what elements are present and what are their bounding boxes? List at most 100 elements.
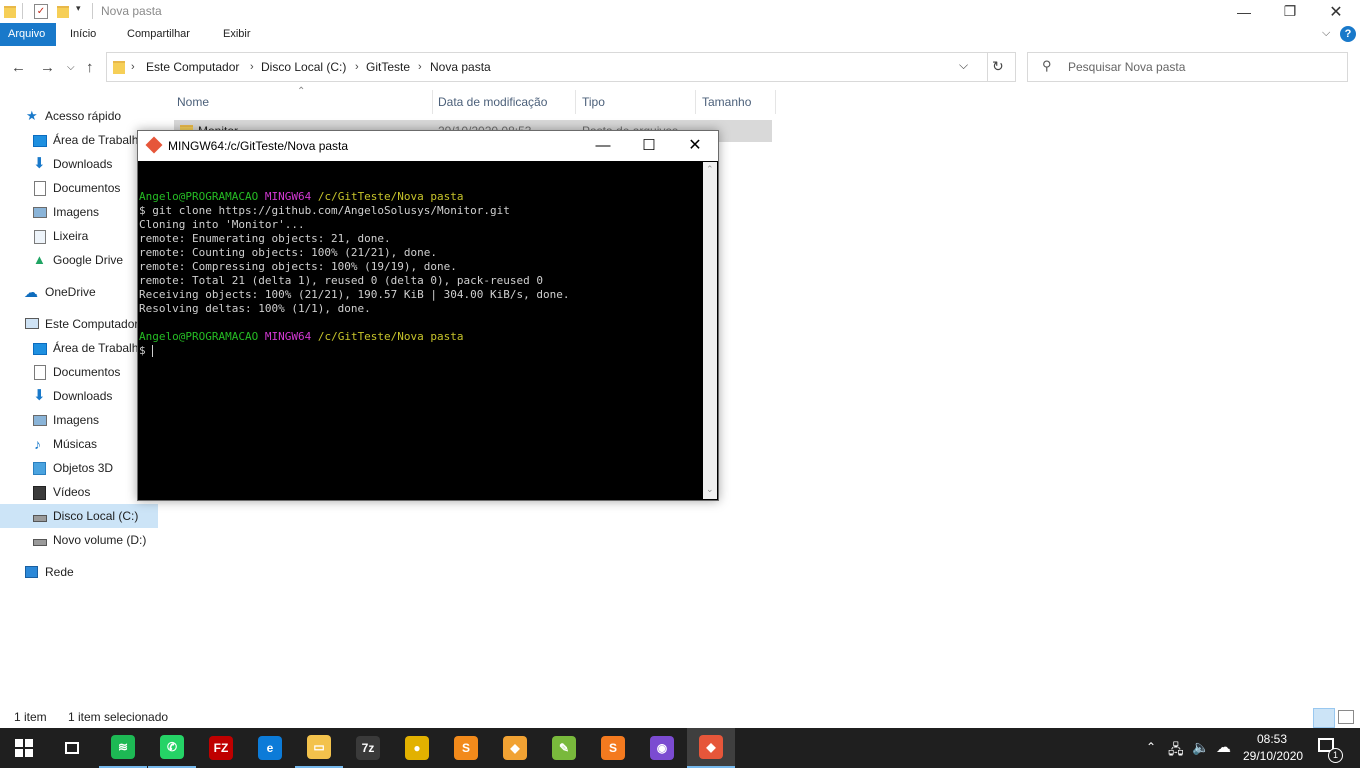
quick-access-dropdown-icon[interactable]: ▾ — [76, 3, 81, 14]
sublime-taskbar-button[interactable]: S — [442, 728, 490, 768]
up-arrow-icon[interactable]: ↑ — [86, 46, 94, 90]
windows-logo-icon — [15, 739, 33, 757]
clock-time[interactable]: 08:53 — [1257, 732, 1287, 746]
nav-item-area-de-trabalho[interactable]: Área de Trabalho — [0, 128, 158, 152]
nav-item-rede[interactable]: Rede — [0, 560, 158, 584]
nav-item-documentos-2[interactable]: Documentos — [0, 360, 158, 384]
back-arrow-icon[interactable]: ← — [11, 46, 26, 90]
breadcrumb-este-computador[interactable]: Este Computador — [146, 53, 239, 81]
column-divider[interactable] — [775, 90, 776, 114]
tab-arquivo[interactable]: Arquivo — [0, 23, 56, 46]
chevron-up-icon[interactable]: ⌃ — [1146, 740, 1156, 754]
volume-icon[interactable]: 🔈 — [1192, 739, 1209, 756]
help-button[interactable]: ? — [1340, 26, 1356, 42]
tab-inicio[interactable]: Início — [62, 23, 104, 46]
new-folder-icon[interactable] — [57, 6, 69, 18]
nav-item-novo-volume[interactable]: Novo volume (D:) — [0, 528, 158, 552]
terminal-scrollbar[interactable]: ⌃ ⌄ — [703, 162, 717, 499]
recent-locations-icon[interactable]: ⌵ — [67, 46, 75, 90]
nav-label: Imagens — [53, 205, 100, 219]
column-divider[interactable] — [432, 90, 433, 114]
details-view-icon[interactable] — [1313, 708, 1335, 728]
nav-item-acesso-rapido[interactable]: ★ Acesso rápido — [0, 104, 158, 128]
spotify-taskbar-button[interactable]: ≋ — [99, 728, 147, 768]
large-icons-view-icon[interactable] — [1338, 710, 1354, 724]
status-bar: 1 item 1 item selecionado — [0, 706, 1360, 728]
nav-item-imagens-2[interactable]: Imagens — [0, 408, 158, 432]
breadcrumb-gitteste[interactable]: GitTeste — [366, 53, 410, 81]
column-nome[interactable]: Nome — [177, 90, 209, 114]
chevron-right-icon[interactable]: › — [418, 53, 422, 81]
terminal-output[interactable]: Angelo@PROGRAMACAO MINGW64 /c/GitTeste/N… — [139, 162, 702, 499]
column-divider[interactable] — [575, 90, 576, 114]
navigation-pane: ★ Acesso rápido Área de Trabalho ⬇ Downl… — [0, 90, 158, 706]
breadcrumb-nova-pasta[interactable]: Nova pasta — [430, 53, 491, 81]
breadcrumb-disco-local[interactable]: Disco Local (C:) — [261, 53, 346, 81]
column-data-modificacao[interactable]: Data de modificação — [438, 90, 547, 114]
refresh-icon[interactable]: ↻ — [992, 58, 1004, 75]
terminal-minimize-button[interactable]: — — [580, 131, 626, 161]
github-desktop-taskbar-button[interactable]: ◉ — [638, 728, 686, 768]
nav-item-objetos-3d[interactable]: Objetos 3D — [0, 456, 158, 480]
address-dropdown-icon[interactable]: ⌵ — [959, 58, 968, 73]
address-bar[interactable]: › Este Computador › Disco Local (C:) › G… — [106, 52, 1016, 82]
nav-item-area-de-trabalho-2[interactable]: Área de Trabalho — [0, 336, 158, 360]
computer-icon — [25, 318, 39, 329]
nav-item-downloads[interactable]: ⬇ Downloads — [0, 152, 158, 176]
app-sync-taskbar-button[interactable]: S — [589, 728, 637, 768]
app-orange-taskbar-button[interactable]: ◆ — [491, 728, 539, 768]
column-tamanho[interactable]: Tamanho — [702, 90, 751, 114]
terminal-window[interactable]: MINGW64:/c/GitTeste/Nova pasta — ☐ ✕ Ang… — [137, 130, 719, 501]
nav-item-musicas[interactable]: ♪ Músicas — [0, 432, 158, 456]
chevron-right-icon[interactable]: › — [355, 53, 359, 81]
pictures-icon — [33, 207, 47, 218]
chevron-right-icon[interactable]: › — [250, 53, 254, 81]
app-yellow-taskbar-button[interactable]: ● — [393, 728, 441, 768]
scroll-up-icon[interactable]: ⌃ — [706, 164, 714, 175]
minimize-button[interactable]: — — [1221, 0, 1267, 23]
chevron-right-icon[interactable]: › — [131, 53, 135, 81]
expand-ribbon-icon[interactable]: ⌵ — [1322, 27, 1330, 40]
nav-item-disco-local[interactable]: Disco Local (C:) — [0, 504, 158, 528]
nav-item-imagens[interactable]: Imagens — [0, 200, 158, 224]
forward-arrow-icon[interactable]: → — [40, 46, 55, 90]
filezilla-taskbar-button[interactable]: FZ — [197, 728, 245, 768]
terminal-titlebar[interactable]: MINGW64:/c/GitTeste/Nova pasta — ☐ ✕ — [138, 131, 718, 161]
whatsapp-taskbar-button[interactable]: ✆ — [148, 728, 196, 768]
nav-label: Imagens — [53, 413, 100, 427]
nav-item-videos[interactable]: Vídeos — [0, 480, 158, 504]
input-line[interactable]: $ — [139, 344, 702, 358]
nav-item-documentos[interactable]: Documentos — [0, 176, 158, 200]
scroll-down-icon[interactable]: ⌄ — [706, 484, 714, 495]
7zip-taskbar-button[interactable]: 7z — [344, 728, 392, 768]
nav-item-downloads-2[interactable]: ⬇ Downloads — [0, 384, 158, 408]
column-tipo[interactable]: Tipo — [582, 90, 605, 114]
nav-item-lixeira[interactable]: Lixeira — [0, 224, 158, 248]
search-input[interactable]: Pesquisar Nova pasta — [1068, 53, 1185, 81]
terminal-close-button[interactable]: ✕ — [672, 131, 718, 161]
properties-icon[interactable]: ✓ — [34, 4, 48, 19]
network-icon — [25, 566, 38, 578]
git-bash-taskbar-button[interactable]: ◆ — [687, 728, 735, 768]
tab-compartilhar[interactable]: Compartilhar — [119, 23, 198, 46]
folder-icon — [4, 6, 16, 18]
clock-date[interactable]: 29/10/2020 — [1243, 749, 1303, 763]
notepad-plus-taskbar-button[interactable]: ✎ — [540, 728, 588, 768]
file-explorer-taskbar-button[interactable]: ▭ — [295, 728, 343, 768]
onedrive-tray-icon[interactable]: ☁ — [1216, 738, 1231, 756]
column-divider[interactable] — [695, 90, 696, 114]
tab-exibir[interactable]: Exibir — [215, 23, 259, 46]
nav-item-onedrive[interactable]: ☁ OneDrive — [0, 280, 158, 304]
close-button[interactable]: ✕ — [1313, 0, 1359, 23]
edge-taskbar-button[interactable]: e — [246, 728, 294, 768]
terminal-maximize-button[interactable]: ☐ — [626, 131, 672, 161]
task-view-button[interactable] — [48, 728, 96, 768]
restore-button[interactable]: ❐ — [1267, 0, 1313, 23]
network-tray-icon[interactable]: 🖧 — [1168, 739, 1184, 763]
nav-item-google-drive[interactable]: ▲ Google Drive — [0, 248, 158, 272]
desktop-icon — [33, 135, 47, 147]
nav-label: Downloads — [53, 157, 113, 171]
start-button[interactable] — [0, 728, 48, 768]
search-box[interactable]: ⚲ Pesquisar Nova pasta — [1027, 52, 1348, 82]
nav-item-este-computador[interactable]: Este Computador — [0, 312, 158, 336]
